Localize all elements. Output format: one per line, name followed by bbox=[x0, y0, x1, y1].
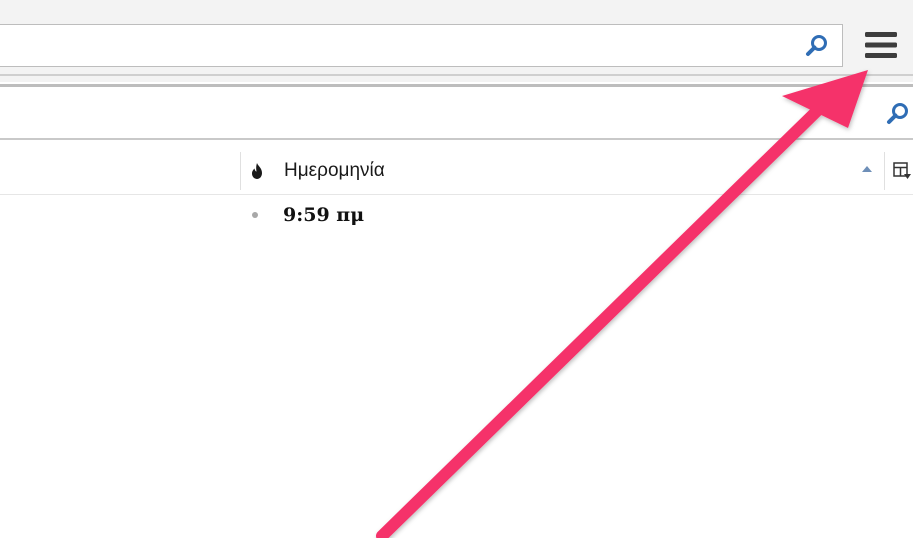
read-status-dot[interactable] bbox=[252, 212, 258, 218]
quick-filter-bar[interactable] bbox=[0, 88, 913, 140]
global-search-input[interactable] bbox=[9, 35, 793, 59]
search-icon[interactable] bbox=[804, 33, 830, 59]
main-toolbar bbox=[0, 0, 913, 82]
message-date: 9:59 πμ bbox=[283, 204, 365, 226]
search-icon[interactable] bbox=[885, 101, 911, 127]
message-row[interactable]: 9:59 πμ bbox=[0, 198, 913, 236]
column-picker-icon[interactable] bbox=[892, 161, 912, 181]
quick-filter-input[interactable] bbox=[10, 102, 864, 126]
global-search-box[interactable] bbox=[0, 24, 843, 67]
sort-ascending-icon bbox=[862, 166, 872, 172]
app-menu-button[interactable] bbox=[860, 24, 902, 66]
column-divider[interactable] bbox=[884, 152, 885, 190]
column-divider[interactable] bbox=[240, 152, 241, 190]
message-list-header: Ημερομηνία bbox=[0, 148, 913, 195]
toolbar-separator bbox=[0, 74, 913, 76]
hamburger-menu-icon[interactable] bbox=[865, 31, 897, 59]
junk-flame-icon[interactable] bbox=[248, 162, 266, 180]
toolbar-separator-2 bbox=[0, 84, 913, 87]
date-column-header[interactable]: Ημερομηνία bbox=[284, 160, 385, 182]
